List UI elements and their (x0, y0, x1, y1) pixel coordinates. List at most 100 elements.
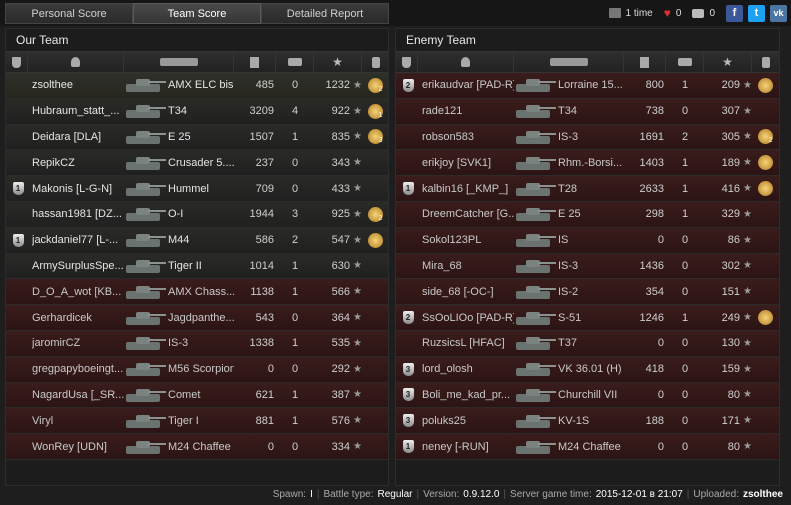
medal-column-icon[interactable] (362, 52, 390, 72)
spawn-value: I (310, 488, 313, 500)
player-name[interactable]: zsolthee (32, 73, 124, 98)
badge-column-icon[interactable] (396, 52, 418, 72)
achievement-medal-icon[interactable]: 2 (757, 129, 773, 145)
star-icon: ★ (743, 234, 752, 246)
player-name[interactable]: RuzsicsL [HFAC] (422, 331, 514, 356)
player-name[interactable]: Hubraum_statt_... (32, 99, 124, 124)
damage-column-icon[interactable] (624, 52, 666, 72)
player-row[interactable]: Deidara [DLA] E 25 1507 1 835 ★ 3 (6, 124, 388, 151)
player-row[interactable]: DreemCatcher [G... E 25 298 1 329 ★ (396, 201, 779, 228)
player-row[interactable]: Mira_68 IS-3 1436 0 302 ★ (396, 253, 779, 280)
tab-team-score[interactable]: Team Score (133, 3, 261, 24)
player-row[interactable]: 2 erikaudvar [PAD-R] Lorraine 15... 800 1 209… (396, 73, 779, 99)
player-name[interactable]: neney [-RUN] (422, 434, 514, 459)
xp-column-icon[interactable]: ★ (314, 52, 362, 72)
player-row[interactable]: erikjoy [SVK1] Rhm.-Borsi... 1403 1 189 ★ (396, 150, 779, 177)
player-name[interactable]: Sokol123PL (422, 228, 514, 253)
achievement-medal-icon[interactable] (757, 155, 773, 171)
achievement-medal-icon[interactable] (367, 232, 383, 248)
badge-cell (9, 254, 27, 279)
player-row[interactable]: gregpapyboeingt... M56 Scorpion 0 0 292 ★ (6, 356, 388, 383)
player-row[interactable]: NagardUsa [_SR... Comet 621 1 387 ★ (6, 382, 388, 409)
player-name[interactable]: poluks25 (422, 408, 514, 433)
player-row[interactable]: 3 poluks25 KV-1S 188 0 171 ★ (396, 408, 779, 435)
player-name[interactable]: erikjoy [SVK1] (422, 150, 514, 175)
server-time-label: Server game time: (510, 488, 592, 500)
player-row[interactable]: jaromirCZ IS-3 1338 1 535 ★ (6, 330, 388, 357)
achievement-medal-icon[interactable]: 2 (367, 77, 383, 93)
achievement-medal-icon[interactable]: 2 (367, 206, 383, 222)
player-row[interactable]: Hubraum_statt_... T34 3209 4 922 ★ 1 (6, 98, 388, 125)
player-name[interactable]: Gerhardicek (32, 305, 124, 330)
player-name[interactable]: WonRey [UDN] (32, 434, 124, 459)
player-name[interactable]: RepikCZ (32, 150, 124, 175)
player-name[interactable]: DreemCatcher [G... (422, 202, 514, 227)
xp-column-icon[interactable]: ★ (704, 52, 752, 72)
player-row[interactable]: zsolthee AMX ELC bis 485 0 1232 ★ 2 (6, 73, 388, 99)
player-row[interactable]: WonRey [UDN] M24 Chaffee 0 0 334 ★ (6, 434, 388, 460)
player-name[interactable]: Deidara [DLA] (32, 125, 124, 150)
tank-icon (124, 331, 168, 356)
player-name[interactable]: jackdaniel77 [L-... (32, 228, 124, 253)
facebook-icon[interactable]: f (726, 4, 743, 22)
player-name[interactable]: Makonis [L-G-N] (32, 176, 124, 201)
player-row[interactable]: 3 lord_olosh VK 36.01 (H) 418 0 159 ★ (396, 356, 779, 383)
player-name[interactable]: Boli_me_kad_pr... (422, 383, 514, 408)
player-row[interactable]: robson583 IS-3 1691 2 305 ★ 2 (396, 124, 779, 151)
player-row[interactable]: RuzsicsL [HFAC] T37 0 0 130 ★ (396, 330, 779, 357)
player-row[interactable]: 1 neney [-RUN] M24 Chaffee 0 0 80 ★ (396, 434, 779, 460)
player-name[interactable]: robson583 (422, 125, 514, 150)
player-name[interactable]: lord_olosh (422, 357, 514, 382)
frags-column-icon[interactable] (276, 52, 314, 72)
achievement-medal-icon[interactable]: 3 (367, 129, 383, 145)
tab-detailed-report[interactable]: Detailed Report (261, 3, 389, 24)
tab-personal-score[interactable]: Personal Score (5, 3, 133, 24)
tank-column-icon[interactable] (124, 52, 234, 72)
player-name[interactable]: NagardUsa [_SR... (32, 383, 124, 408)
player-name[interactable]: ArmySurplusSpe... (32, 254, 124, 279)
player-row[interactable]: 1 kalbin16 [_KMP_] T28 2633 1 416 ★ (396, 176, 779, 202)
achievement-medal-icon[interactable] (757, 310, 773, 326)
tank-column-icon[interactable] (514, 52, 624, 72)
badge-column-icon[interactable] (6, 52, 28, 72)
achievement-medal-icon[interactable]: 1 (367, 103, 383, 119)
twitter-icon[interactable]: t (748, 4, 765, 22)
player-name[interactable]: kalbin16 [_KMP_] (422, 176, 514, 201)
player-name[interactable]: gregpapyboeingt... (32, 357, 124, 382)
player-name[interactable]: Mira_68 (422, 254, 514, 279)
player-row[interactable]: ArmySurplusSpe... Tiger II 1014 1 630 ★ (6, 253, 388, 280)
damage-column-icon[interactable] (234, 52, 276, 72)
player-row[interactable]: Sokol123PL IS 0 0 86 ★ (396, 227, 779, 254)
player-column-icon[interactable] (418, 52, 514, 72)
player-name[interactable]: side_68 [-OC-] (422, 279, 514, 304)
achievement-medal-icon[interactable] (757, 181, 773, 197)
player-name[interactable]: SsOoLIOo [PAD-R] (422, 305, 514, 330)
vk-icon[interactable]: vk (770, 4, 787, 22)
frags-value: 2 (681, 130, 689, 143)
player-row[interactable]: D_O_A_wot [KB... AMX Chass... 1138 1 566 ★ (6, 279, 388, 306)
player-name[interactable]: erikaudvar [PAD-R] (422, 73, 514, 98)
player-row[interactable]: Gerhardicek Jagdpanthe... 543 0 364 ★ (6, 305, 388, 331)
achievement-medal-icon[interactable] (757, 77, 773, 93)
player-row[interactable]: Viryl Tiger I 881 1 576 ★ (6, 408, 388, 435)
player-row[interactable]: hassan1981 [DZ... O-I 1944 3 925 ★ 2 (6, 201, 388, 228)
top-bar: Personal Score Team Score Detailed Repor… (0, 0, 791, 26)
player-name[interactable]: hassan1981 [DZ... (32, 202, 124, 227)
medal-column-icon[interactable] (752, 52, 780, 72)
player-name[interactable]: Viryl (32, 408, 124, 433)
frags-column-icon[interactable] (666, 52, 704, 72)
player-row[interactable]: 3 Boli_me_kad_pr... Churchill VII 0 0 80 ★ (396, 382, 779, 409)
player-row[interactable]: 1 Makonis [L-G-N] Hummel 709 0 433 ★ (6, 176, 388, 202)
comment-icon[interactable] (692, 8, 705, 18)
player-row[interactable]: rade121 T34 738 0 307 ★ (396, 98, 779, 125)
player-name[interactable]: jaromirCZ (32, 331, 124, 356)
player-row[interactable]: side_68 [-OC-] IS-2 354 0 151 ★ (396, 279, 779, 306)
player-row[interactable]: 1 jackdaniel77 [L-... M44 586 2 547 ★ (6, 227, 388, 254)
player-row[interactable]: 2 SsOoLIOo [PAD-R] S-51 1246 1 249 ★ (396, 305, 779, 331)
player-row[interactable]: RepikCZ Crusader 5.... 237 0 343 ★ (6, 150, 388, 177)
player-name[interactable]: rade121 (422, 99, 514, 124)
heart-icon[interactable]: ♥ (664, 6, 671, 20)
player-name[interactable]: D_O_A_wot [KB... (32, 279, 124, 304)
badge-cell (399, 228, 417, 253)
player-column-icon[interactable] (28, 52, 124, 72)
